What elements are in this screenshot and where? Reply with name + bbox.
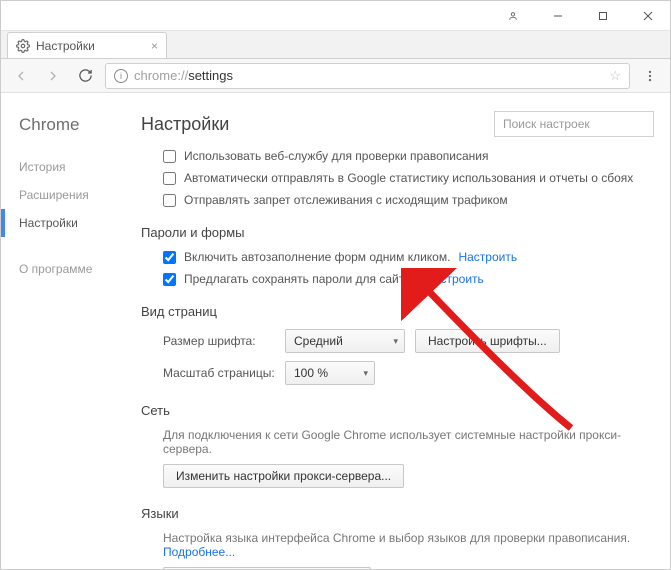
stats-checkbox[interactable] (163, 172, 176, 185)
autofill-checkbox[interactable] (163, 251, 176, 264)
tab-label: Настройки (36, 39, 145, 53)
font-size-select[interactable]: Средний (285, 329, 405, 353)
dnt-checkbox[interactable] (163, 194, 176, 207)
network-desc: Для подключения к сети Google Chrome исп… (163, 428, 654, 456)
nav-item-settings[interactable]: Настройки (1, 209, 121, 237)
dnt-label: Отправлять запрет отслеживания с исходящ… (184, 193, 508, 207)
passwords-section: Пароли и формы Включить автозаполнение ф… (141, 225, 654, 286)
minimize-button[interactable] (535, 1, 580, 30)
save-passwords-checkbox[interactable] (163, 273, 176, 286)
languages-desc: Настройка языка интерфейса Chrome и выбо… (163, 531, 630, 545)
page-title: Настройки (141, 114, 229, 135)
menu-button[interactable] (638, 64, 662, 88)
browser-toolbar: i chrome://settings ☆ (1, 59, 670, 93)
settings-search-input[interactable]: Поиск настроек (494, 111, 654, 137)
configure-fonts-button[interactable]: Настроить шрифты... (415, 329, 560, 353)
close-tab-icon[interactable]: × (151, 39, 158, 53)
appearance-heading: Вид страниц (141, 304, 654, 319)
user-icon[interactable] (490, 1, 535, 30)
privacy-section: Использовать веб-службу для проверки пра… (141, 149, 654, 207)
main-panel: Настройки Поиск настроек Использовать ве… (121, 93, 670, 569)
maximize-button[interactable] (580, 1, 625, 30)
languages-section: Языки Настройка языка интерфейса Chrome … (141, 506, 654, 569)
tab-strip: Настройки × (1, 31, 670, 59)
content-area: Chrome История Расширения Настройки О пр… (1, 93, 670, 569)
stats-label: Автоматически отправлять в Google статис… (184, 171, 633, 185)
page-zoom-label: Масштаб страницы: (163, 366, 275, 380)
save-passwords-label: Предлагать сохранять пароли для сайтов (184, 272, 417, 286)
address-bar[interactable]: i chrome://settings ☆ (105, 63, 630, 89)
autofill-configure-link[interactable]: Настроить (458, 250, 517, 264)
gear-icon (16, 39, 30, 53)
passwords-heading: Пароли и формы (141, 225, 654, 240)
font-size-label: Размер шрифта: (163, 334, 275, 348)
proxy-settings-button[interactable]: Изменить настройки прокси-сервера... (163, 464, 404, 488)
forward-button[interactable] (41, 64, 65, 88)
nav-item-about[interactable]: О программе (19, 255, 121, 283)
browser-tab-settings[interactable]: Настройки × (7, 32, 167, 58)
spellcheck-label: Использовать веб-службу для проверки пра… (184, 149, 488, 163)
nav-item-extensions[interactable]: Расширения (19, 181, 121, 209)
network-section: Сеть Для подключения к сети Google Chrom… (141, 403, 654, 488)
network-heading: Сеть (141, 403, 654, 418)
nav-item-history[interactable]: История (19, 153, 121, 181)
languages-heading: Языки (141, 506, 654, 521)
bookmark-star-icon[interactable]: ☆ (609, 68, 621, 84)
appearance-section: Вид страниц Размер шрифта: Средний Настр… (141, 304, 654, 385)
close-window-button[interactable] (625, 1, 670, 30)
page-zoom-select[interactable]: 100 % (285, 361, 375, 385)
url-scheme: chrome:// (134, 68, 188, 83)
save-passwords-configure-link[interactable]: Настроить (425, 272, 484, 286)
url-path: settings (188, 68, 233, 83)
brand-label: Chrome (19, 115, 121, 135)
language-settings-button[interactable]: Изменить языковые настройки... (163, 567, 371, 569)
back-button[interactable] (9, 64, 33, 88)
autofill-label: Включить автозаполнение форм одним клико… (184, 250, 450, 264)
languages-more-link[interactable]: Подробнее... (163, 545, 235, 559)
spellcheck-checkbox[interactable] (163, 150, 176, 163)
reload-button[interactable] (73, 64, 97, 88)
side-navigation: Chrome История Расширения Настройки О пр… (1, 93, 121, 569)
window-titlebar (1, 1, 670, 31)
info-icon: i (114, 69, 128, 83)
